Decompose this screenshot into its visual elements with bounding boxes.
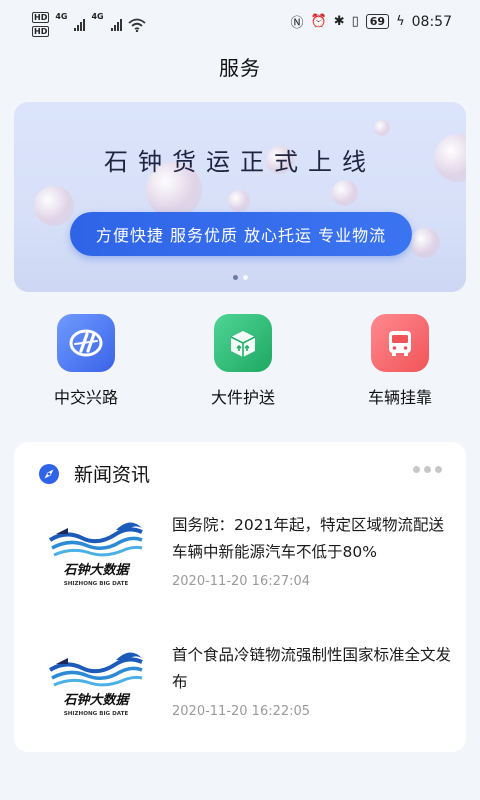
service-label: 大件护送 <box>210 388 275 407</box>
bubble-decoration <box>332 180 358 206</box>
status-bar: HD HD 4G 4G Ⓝ ⏰ ✱ ▯ 69 ϟ 08:57 <box>0 0 480 52</box>
service-grid: 中交兴路 大件护送 车辆挂靠 <box>0 314 480 414</box>
hd-badge-top: HD <box>32 12 50 23</box>
thumb-en-text: SHIZHONG BIG DATE <box>64 581 129 587</box>
bluetooth-icon: ✱ <box>333 14 345 29</box>
service-vehicle-affiliation[interactable]: 车辆挂靠 <box>350 314 450 414</box>
bus-icon <box>371 314 429 372</box>
news-text: 国务院：2021年起，特定区域物流配送车辆中新能源汽车不低于80% 2020-1… <box>172 512 454 589</box>
charging-icon: ϟ <box>396 14 405 29</box>
shizhong-logo-thumbnail: 石钟大数据 SHIZHONG BIG DATE <box>46 512 146 592</box>
hd-badge-bottom: HD <box>32 26 50 37</box>
carousel-dot-active <box>232 275 238 280</box>
network-type-1: 4G <box>55 12 68 21</box>
news-section-title: 新闻资讯 <box>74 464 151 486</box>
clock: 08:57 <box>411 13 452 30</box>
signal-1-icon <box>74 18 86 31</box>
banner-title: 石钟货运正式上线 <box>104 148 376 176</box>
box-glyph <box>230 331 256 357</box>
banner-carousel[interactable]: 石钟货运正式上线 方便快捷 服务优质 放心托运 专业物流 <box>14 102 466 292</box>
news-section: 新闻资讯 石钟大数据 SHIZHONG BIG DATE 国务院：2021年起，… <box>14 442 466 752</box>
carousel-dot <box>242 275 248 280</box>
news-headline[interactable]: 国务院：2021年起，特定区域物流配送车辆中新能源汽车不低于80% <box>172 512 454 566</box>
thumb-cn-text: 石钟大数据 <box>63 562 130 578</box>
route-logo-glyph <box>69 329 103 357</box>
alarm-icon: ⏰ <box>310 14 327 29</box>
bubble-decoration <box>228 190 250 212</box>
bus-glyph <box>389 331 411 356</box>
news-timestamp: 2020-11-20 16:22:05 <box>172 704 311 719</box>
bubble-decoration <box>34 186 74 226</box>
service-zhongjiao-xinglu[interactable]: 中交兴路 <box>36 314 136 414</box>
news-timestamp: 2020-11-20 16:27:04 <box>172 574 311 589</box>
thumb-cn-text: 石钟大数据 <box>63 692 130 708</box>
banner-tagline-button[interactable]: 方便快捷 服务优质 放心托运 专业物流 <box>70 212 412 256</box>
carousel-indicator <box>14 275 466 280</box>
status-left: HD HD 4G 4G <box>32 12 146 37</box>
signal-2-icon <box>110 18 122 31</box>
more-icon[interactable] <box>413 466 442 473</box>
bubble-decoration <box>410 228 440 258</box>
hd-indicator: HD HD <box>32 12 50 37</box>
service-oversize-escort[interactable]: 大件护送 <box>193 314 293 414</box>
news-item[interactable]: 石钟大数据 SHIZHONG BIG DATE 国务院：2021年起，特定区域物… <box>14 512 466 612</box>
route-logo-icon <box>57 314 115 372</box>
network-type-2: 4G <box>91 12 104 21</box>
nfc-icon: Ⓝ <box>290 16 304 31</box>
bubble-decoration <box>374 120 390 136</box>
thumb-en-text: SHIZHONG BIG DATE <box>64 711 129 717</box>
service-label: 中交兴路 <box>53 388 118 407</box>
news-item[interactable]: 石钟大数据 SHIZHONG BIG DATE 首个食品冷链物流强制性国家标准全… <box>14 642 466 742</box>
news-headline[interactable]: 首个食品冷链物流强制性国家标准全文发布 <box>172 642 454 696</box>
wifi-icon <box>128 18 146 32</box>
service-label: 车辆挂靠 <box>367 388 432 407</box>
vibrate-icon: ▯ <box>351 14 359 29</box>
box-upload-icon <box>214 314 272 372</box>
news-text: 首个食品冷链物流强制性国家标准全文发布 2020-11-20 16:22:05 <box>172 642 454 719</box>
status-right: Ⓝ ⏰ ✱ ▯ 69 ϟ 08:57 <box>290 12 452 32</box>
news-header: 新闻资讯 <box>38 460 150 487</box>
page-title: 服务 <box>219 56 261 80</box>
shizhong-logo-thumbnail: 石钟大数据 SHIZHONG BIG DATE <box>46 642 146 722</box>
news-compass-icon <box>39 463 59 484</box>
battery-icon: 69 <box>365 14 390 29</box>
